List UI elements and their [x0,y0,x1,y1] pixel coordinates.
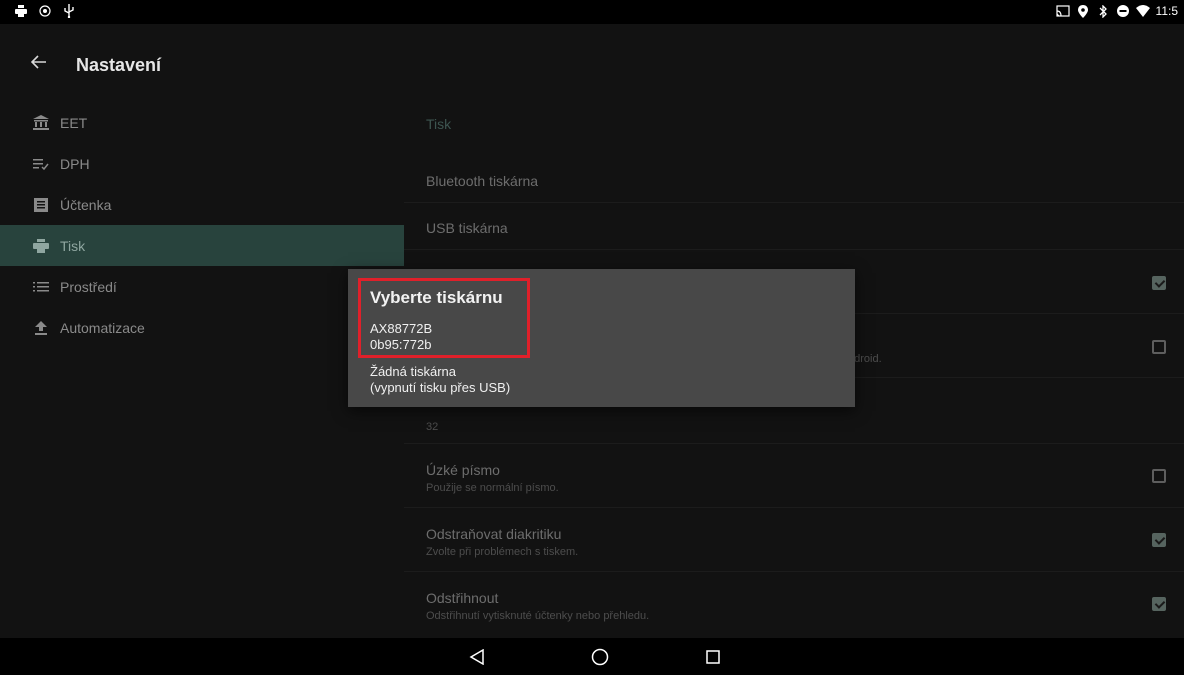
setting-title: USB tiskárna [426,220,508,236]
home-circle-icon [591,648,609,666]
setting-title: Odstraňovat diakritiku [426,526,562,542]
sidebar-item-label: Tisk [60,237,86,254]
printer-select-dialog: Vyberte tiskárnu AX88772B 0b95:772b Žádn… [348,269,855,407]
nav-home-button[interactable] [589,646,611,668]
sidebar-item-automatizace[interactable]: Automatizace [0,307,404,348]
status-right-icons: 11:5 [1055,4,1178,18]
status-time: 11:5 [1155,4,1178,18]
setting-title: Odstřihnout [426,590,499,606]
sidebar-item-label: Prostředí [60,278,117,295]
do-not-disturb-icon [1116,4,1130,18]
checkbox[interactable] [1152,276,1166,290]
checkbox[interactable] [1152,469,1166,483]
printer-icon [32,238,50,254]
section-title: Tisk [426,116,452,132]
nav-recents-button[interactable] [702,646,724,668]
option-line2: (vypnutí tisku přes USB) [370,380,511,395]
option-line1: Žádná tiskárna [370,364,456,379]
checkbox[interactable] [1152,340,1166,354]
sidebar-item-label: Automatizace [60,319,145,336]
printer-option-ax88772b[interactable]: AX88772B 0b95:772b [370,321,432,353]
status-bar: 11:5 [0,0,1184,24]
target-icon [38,4,52,18]
sidebar-item-eet[interactable]: EET [0,102,404,143]
setting-subtitle: Použije se normální písmo. [426,482,559,494]
sidebar-item-label: DPH [60,155,90,172]
nav-back-button[interactable] [466,646,488,668]
app-bar: Nastavení [0,24,1184,102]
arrow-back-icon [31,55,46,69]
setting-remove-diacritics[interactable]: Odstraňovat diakritiku Zvolte při problé… [404,508,1184,572]
sidebar-item-label: Účtenka [60,196,112,213]
bluetooth-icon [1096,4,1110,18]
setting-usb-printer[interactable]: USB tiskárna [404,203,1184,250]
list-icon [32,279,50,295]
recents-square-icon [706,650,720,664]
setting-cut[interactable]: Odstřihnout Odstřihnutí vytisknuté účten… [404,572,1184,638]
wifi-icon [1135,4,1150,18]
printer-icon [14,4,28,18]
setting-subtitle: 32 [426,421,439,433]
back-triangle-icon [469,649,484,665]
sidebar-item-prostredi[interactable]: Prostředí [0,266,404,307]
sidebar-item-dph[interactable]: DPH [0,143,404,184]
setting-subtitle: Odstřihnutí vytisknuté účtenky nebo přeh… [426,610,650,622]
setting-title: Úzké písmo [426,462,500,478]
checkbox[interactable] [1152,597,1166,611]
checkbox[interactable] [1152,533,1166,547]
printer-option-none[interactable]: Žádná tiskárna (vypnutí tisku přes USB) [370,364,510,396]
upload-icon [32,320,50,336]
navigation-bar [0,638,1184,675]
option-line1: AX88772B [370,321,433,336]
status-left-icons [14,4,76,18]
dialog-title: Vyberte tiskárnu [370,288,503,307]
setting-bluetooth-printer[interactable]: Bluetooth tiskárna [404,154,1184,203]
tax-list-icon [32,156,50,172]
sidebar-item-tisk[interactable]: Tisk [0,225,404,266]
bank-icon [32,115,50,131]
usb-icon [62,4,76,18]
sidebar-item-uctenka[interactable]: Účtenka [0,184,404,225]
setting-narrow-font[interactable]: Úzké písmo Použije se normální písmo. [404,444,1184,508]
setting-title: Bluetooth tiskárna [426,173,539,189]
option-line2: 0b95:772b [370,337,432,352]
receipt-icon [32,197,50,213]
location-icon [1076,4,1090,18]
page-title: Nastavení [76,55,162,75]
sidebar: EET DPH Účtenka Tisk Prostředí Automatiz… [0,102,404,638]
sidebar-item-label: EET [60,114,88,131]
cast-icon [1055,4,1070,18]
back-button[interactable] [24,47,54,77]
setting-subtitle: Zvolte při problémech s tiskem. [426,546,579,558]
